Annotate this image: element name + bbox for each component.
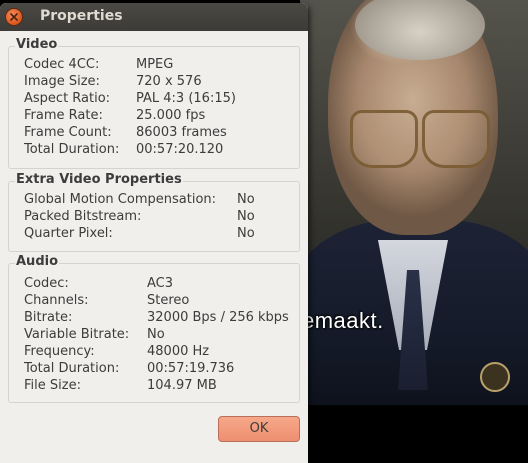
audio-section: Audio Codec: AC3 Channels: Stereo Bitrate: 32… — [8, 254, 300, 403]
ok-button[interactable]: OK — [218, 416, 300, 442]
video-property-row-value: PAL 4:3 (16:15) — [136, 91, 236, 106]
video-property-row-label: Image Size: — [24, 74, 100, 89]
close-icon — [10, 13, 18, 21]
extra-video-property-row-value: No — [237, 209, 255, 224]
video-frame[interactable]: emaakt. — [300, 0, 528, 405]
close-button[interactable] — [6, 9, 22, 25]
video-property-row-label: Frame Count: — [24, 125, 112, 140]
extra-video-property-row-label: Quarter Pixel: — [24, 226, 113, 241]
audio-property-row-value: 00:57:19.736 — [147, 361, 235, 376]
audio-property-row-value: 48000 Hz — [147, 344, 210, 359]
dialog-titlebar[interactable]: Properties — [0, 3, 308, 31]
properties-dialog: Properties Video Codec 4CC: MPEG Image Siz… — [0, 3, 308, 463]
audio-property-row-label: Total Duration: — [24, 361, 120, 376]
video-subtitle: emaakt. — [302, 308, 384, 333]
video-figure-badge — [480, 362, 510, 392]
video-property-row-value: 86003 frames — [136, 125, 227, 140]
video-property-row-value: 25.000 fps — [136, 108, 206, 123]
audio-property-row-label: Frequency: — [24, 344, 95, 359]
extra-video-property-row-value: No — [237, 226, 255, 241]
video-figure-glasses-left — [350, 110, 418, 168]
audio-property-row-value: No — [147, 327, 165, 342]
audio-property-row-label: Codec: — [24, 276, 69, 291]
audio-property-row-value: 104.97 MB — [147, 378, 217, 393]
video-property-row-value: 720 x 576 — [136, 74, 202, 89]
audio-property-row-value: AC3 — [147, 276, 174, 291]
video-property-row-label: Codec 4CC: — [24, 57, 100, 72]
video-property-row-value: 00:57:20.120 — [136, 142, 224, 157]
extra-video-property-row-value: No — [237, 192, 255, 207]
extra-video-property-row-label: Packed Bitstream: — [24, 209, 142, 224]
audio-property-row-label: Channels: — [24, 293, 89, 308]
dialog-title: Properties — [40, 8, 123, 24]
video-property-row-label: Frame Rate: — [24, 108, 103, 123]
audio-property-row-label: File Size: — [24, 378, 81, 393]
video-figure-glasses-right — [422, 110, 490, 168]
extra-video-property-row-label: Global Motion Compensation: — [24, 192, 217, 207]
video-property-row-label: Aspect Ratio: — [24, 91, 111, 106]
audio-property-row-label: Bitrate: — [24, 310, 73, 325]
audio-property-row-value: Stereo — [147, 293, 190, 308]
audio-property-row-value: 32000 Bps / 256 kbps — [147, 310, 289, 325]
video-property-row-label: Total Duration: — [24, 142, 120, 157]
video-section: Video Codec 4CC: MPEG Image Size: 720 x 576… — [8, 37, 300, 169]
video-section-title: Video — [15, 37, 59, 52]
extra-video-section-title: Extra Video Properties — [15, 172, 183, 187]
video-property-row-value: MPEG — [136, 57, 174, 72]
audio-property-row-label: Variable Bitrate: — [24, 327, 130, 342]
audio-section-title: Audio — [15, 254, 60, 269]
extra-video-section: Extra Video Properties Global Motion Com… — [8, 172, 300, 252]
